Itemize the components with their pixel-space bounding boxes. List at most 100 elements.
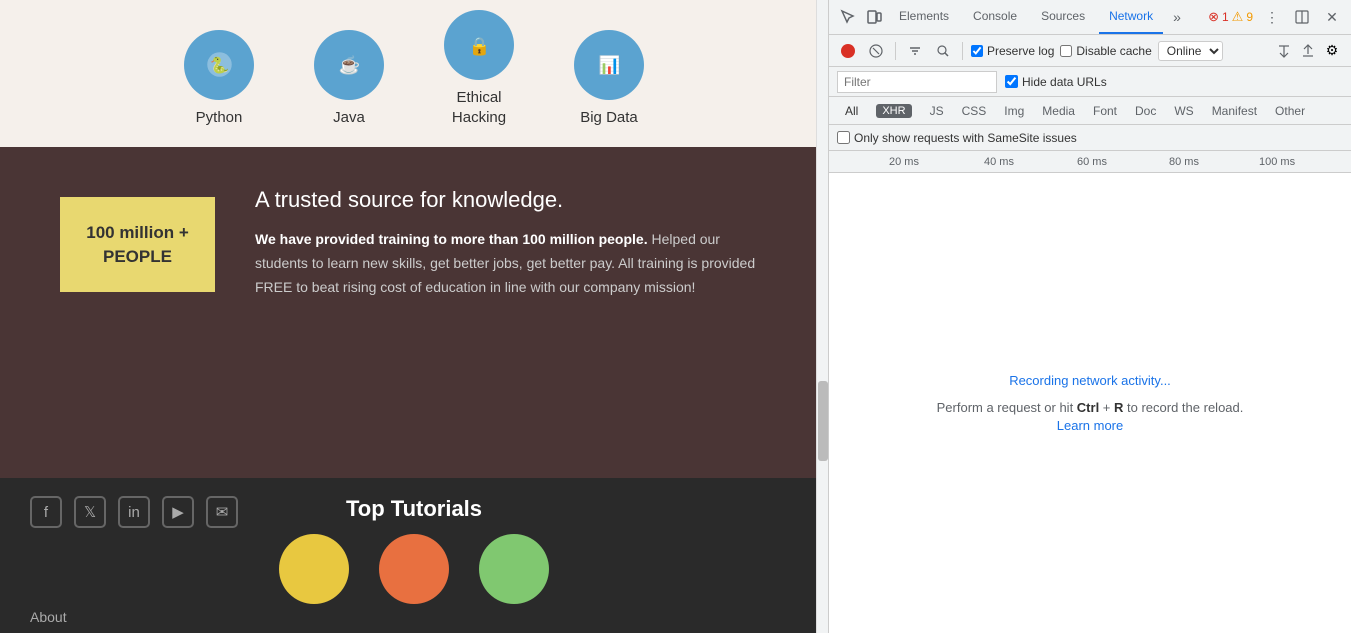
- devtools-icons-right: ⊗ 1 ⚠ 9 ⋮ ✕: [1208, 6, 1343, 28]
- course-java[interactable]: ☕ Java: [314, 30, 384, 128]
- linkedin-icon[interactable]: in: [118, 496, 150, 528]
- svg-text:🐍: 🐍: [209, 55, 229, 74]
- bigdata-label: Big Data: [580, 108, 638, 128]
- samesite-row: Only show requests with SameSite issues: [829, 125, 1351, 151]
- devtools-panel: Elements Console Sources Network » ⊗ 1 ⚠…: [828, 0, 1351, 633]
- record-dot: [841, 44, 855, 58]
- tab-network[interactable]: Network: [1099, 0, 1163, 34]
- hide-data-urls-checkbox[interactable]: [1005, 75, 1018, 88]
- export-button[interactable]: [1297, 40, 1319, 62]
- inspect-icon[interactable]: [837, 6, 859, 28]
- filter-tab-ws[interactable]: WS: [1166, 97, 1201, 124]
- toolbar-separator-1: [895, 42, 896, 60]
- timeline-header: 20 ms 40 ms 60 ms 80 ms 100 ms: [829, 151, 1351, 173]
- samesite-label: Only show requests with SameSite issues: [837, 131, 1077, 145]
- icons-section: 🐍 Python ☕ Java 🔒 EthicalHacking 📊: [0, 0, 828, 147]
- website-scrollbar-thumb[interactable]: [818, 381, 828, 461]
- disable-cache-label: Disable cache: [1076, 44, 1151, 58]
- tab-sources[interactable]: Sources: [1031, 0, 1095, 34]
- error-badge: ⊗ 1 ⚠ 9: [1208, 9, 1253, 25]
- filter-tab-media[interactable]: Media: [1034, 97, 1083, 124]
- about-label: About: [30, 609, 67, 625]
- warn-count: 9: [1246, 10, 1253, 24]
- devtools-toolbar: Preserve log Disable cache Online ⚙: [829, 35, 1351, 67]
- preserve-log-label: Preserve log: [987, 44, 1054, 58]
- filter-row: Hide data URLs: [829, 67, 1351, 97]
- filter-tab-js[interactable]: JS: [922, 97, 952, 124]
- twitter-icon[interactable]: 𝕏: [74, 496, 106, 528]
- social-icons: f 𝕏 in ▶ ✉: [30, 496, 238, 528]
- filter-tab-img[interactable]: Img: [996, 97, 1032, 124]
- website-scrollbar[interactable]: [816, 0, 828, 633]
- footer-tutorial-icons: [279, 534, 549, 604]
- trust-badge: 100 million + PEOPLE: [60, 197, 215, 292]
- ethical-icon: 🔒: [444, 10, 514, 80]
- filter-tab-xhr[interactable]: XHR: [868, 97, 919, 124]
- course-python[interactable]: 🐍 Python: [184, 30, 254, 128]
- filter-tabs: All XHR JS CSS Img Media Font Doc WS Man…: [829, 97, 1351, 125]
- svg-text:☕: ☕: [338, 54, 360, 75]
- trust-section: 100 million + PEOPLE A trusted source fo…: [0, 147, 828, 478]
- trust-content: A trusted source for knowledge. We have …: [255, 187, 768, 299]
- tutorial-icon-3[interactable]: [479, 534, 549, 604]
- email-icon[interactable]: ✉: [206, 496, 238, 528]
- devtools-close-icon[interactable]: ✕: [1321, 6, 1343, 28]
- filter-tab-font[interactable]: Font: [1085, 97, 1125, 124]
- record-button[interactable]: [837, 40, 859, 62]
- youtube-icon[interactable]: ▶: [162, 496, 194, 528]
- course-bigdata[interactable]: 📊 Big Data: [574, 30, 644, 128]
- devtools-settings-icon[interactable]: ⋮: [1261, 6, 1283, 28]
- hide-data-urls-label: Hide data URLs: [1022, 75, 1107, 89]
- tick-80ms: 80 ms: [1169, 156, 1199, 168]
- tick-20ms: 20 ms: [889, 156, 919, 168]
- learn-more-link[interactable]: Learn more: [1057, 418, 1123, 433]
- import-export-group: ⚙: [1273, 40, 1343, 62]
- error-count: 1: [1222, 10, 1229, 24]
- facebook-icon[interactable]: f: [30, 496, 62, 528]
- network-content: Recording network activity... Perform a …: [829, 173, 1351, 633]
- trust-heading: A trusted source for knowledge.: [255, 187, 768, 213]
- bigdata-icon: 📊: [574, 30, 644, 100]
- devtools-dock-icon[interactable]: [1291, 6, 1313, 28]
- tick-60ms: 60 ms: [1077, 156, 1107, 168]
- samesite-checkbox[interactable]: [837, 131, 850, 144]
- trust-body-bold: We have provided training to more than 1…: [255, 231, 648, 247]
- search-button[interactable]: [932, 40, 954, 62]
- filter-tab-other[interactable]: Other: [1267, 97, 1313, 124]
- filter-tab-css[interactable]: CSS: [954, 97, 995, 124]
- network-throttle-select[interactable]: Online: [1158, 41, 1223, 61]
- filter-tab-doc[interactable]: Doc: [1127, 97, 1164, 124]
- preserve-log-group: Preserve log: [971, 44, 1054, 58]
- java-label: Java: [333, 108, 365, 128]
- hide-data-urls-group: Hide data URLs: [1005, 75, 1107, 89]
- java-icon: ☕: [314, 30, 384, 100]
- clear-button[interactable]: [865, 40, 887, 62]
- import-button[interactable]: [1273, 40, 1295, 62]
- tutorial-icon-1[interactable]: [279, 534, 349, 604]
- perform-text: Perform a request or hit Ctrl + R to rec…: [937, 398, 1244, 419]
- disable-cache-group: Disable cache: [1060, 44, 1151, 58]
- device-icon[interactable]: [863, 6, 885, 28]
- trust-badge-text: 100 million + PEOPLE: [86, 221, 189, 269]
- tick-100ms: 100 ms: [1259, 156, 1295, 168]
- ethical-label: EthicalHacking: [452, 88, 506, 127]
- filter-tab-all[interactable]: All: [837, 97, 866, 124]
- python-label: Python: [196, 108, 243, 128]
- preserve-log-checkbox[interactable]: [971, 45, 983, 57]
- tab-console[interactable]: Console: [963, 0, 1027, 34]
- svg-text:🔒: 🔒: [468, 35, 490, 55]
- filter-tab-manifest[interactable]: Manifest: [1204, 97, 1265, 124]
- tutorial-icon-2[interactable]: [379, 534, 449, 604]
- python-icon: 🐍: [184, 30, 254, 100]
- filter-input[interactable]: [837, 71, 997, 93]
- xhr-badge: XHR: [876, 104, 911, 118]
- tab-more[interactable]: »: [1167, 5, 1187, 29]
- disable-cache-checkbox[interactable]: [1060, 45, 1072, 57]
- filter-toggle-button[interactable]: [904, 40, 926, 62]
- course-ethical[interactable]: 🔒 EthicalHacking: [444, 10, 514, 127]
- settings-button[interactable]: ⚙: [1321, 40, 1343, 62]
- tick-40ms: 40 ms: [984, 156, 1014, 168]
- recording-text: Recording network activity...: [1009, 373, 1171, 388]
- tab-elements[interactable]: Elements: [889, 0, 959, 34]
- toolbar-separator-2: [962, 42, 963, 60]
